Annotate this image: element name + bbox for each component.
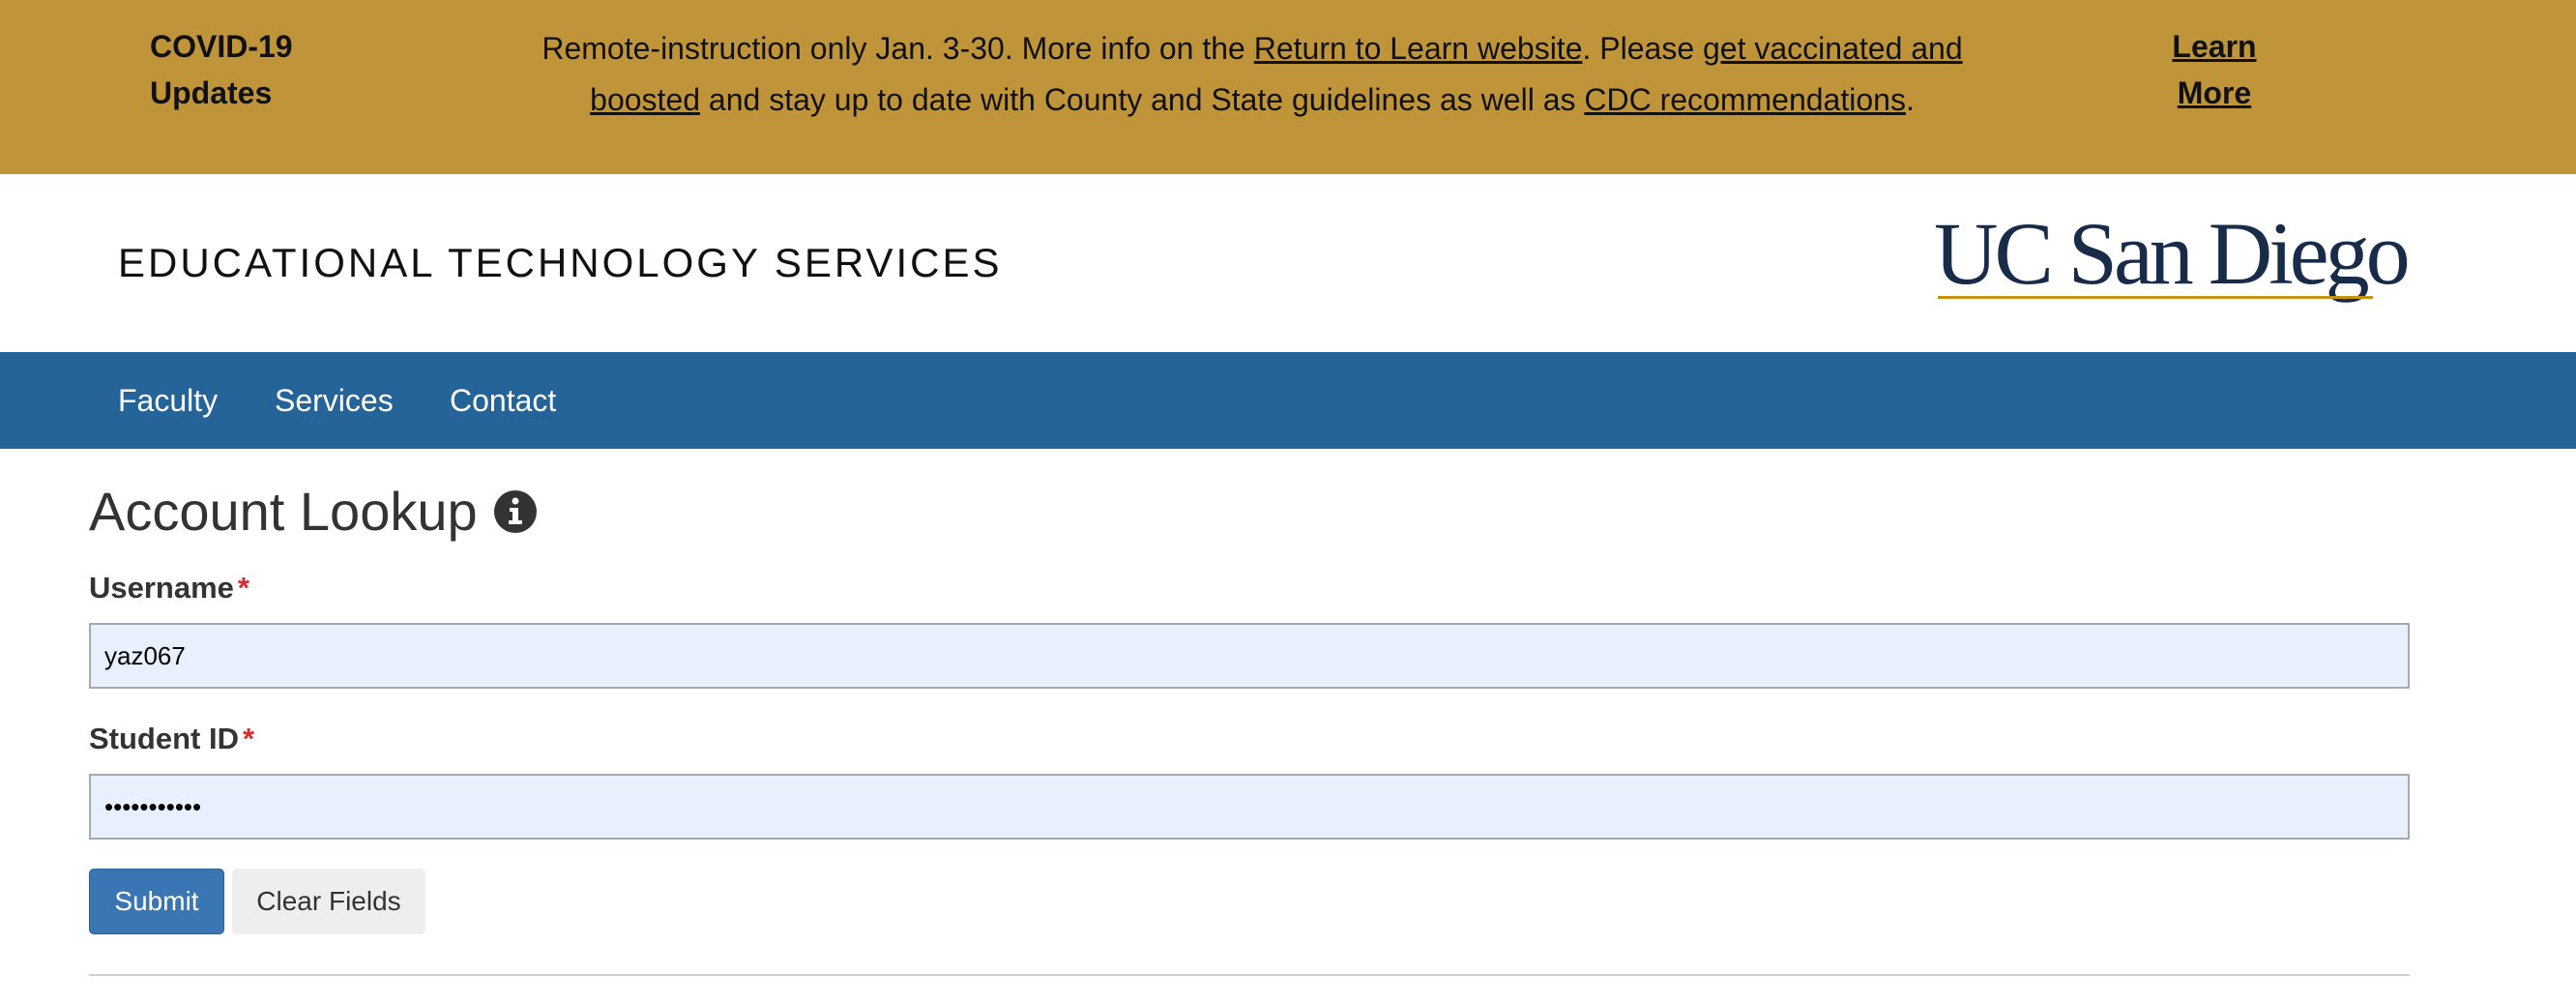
page-title: Account Lookup <box>89 481 478 542</box>
banner-message-text-2: . Please <box>1582 31 1703 66</box>
logo-underline <box>1938 296 2373 299</box>
uc-san-diego-logo[interactable]: UC San Diego <box>1934 204 2411 313</box>
logo-wordmark: UC San Diego <box>1934 204 2411 303</box>
banner-message-text-4: . <box>1905 82 1915 117</box>
cdc-recommendations-link[interactable]: CDC recommendations <box>1584 82 1906 117</box>
site-header: EDUCATIONAL TECHNOLOGY SERVICES UC San D… <box>0 174 2576 352</box>
submit-button[interactable]: Submit <box>89 869 224 934</box>
site-title[interactable]: EDUCATIONAL TECHNOLOGY SERVICES <box>118 238 1003 288</box>
student-id-input[interactable] <box>89 774 2410 840</box>
nav-item-services[interactable]: Services <box>275 352 394 449</box>
student-id-label-text: Student ID <box>89 722 239 755</box>
student-id-label: Student ID * <box>89 720 254 758</box>
banner-title: COVID-19 Updates <box>150 29 293 110</box>
username-input[interactable] <box>89 623 2410 689</box>
main-nav: Faculty Services Contact <box>0 352 2576 449</box>
account-lookup-form: Account Lookup Username* Student ID* Sub… <box>89 449 2410 1004</box>
return-to-learn-link[interactable]: Return to Learn website <box>1254 31 1583 66</box>
required-marker: * <box>243 722 255 755</box>
username-label: Username * <box>89 569 249 607</box>
learn-more-link[interactable]: Learn More <box>2132 23 2297 116</box>
info-circle-icon[interactable] <box>493 489 538 534</box>
required-marker: * <box>237 571 249 605</box>
form-divider <box>89 974 2410 976</box>
banner-message-text-3: and stay up to date with County and Stat… <box>700 82 1585 117</box>
nav-item-faculty[interactable]: Faculty <box>118 352 218 449</box>
banner-message-text-1: Remote-instruction only Jan. 3-30. More … <box>542 31 1254 66</box>
nav-item-contact[interactable]: Contact <box>450 352 556 449</box>
username-label-text: Username <box>89 571 234 605</box>
covid-banner: COVID-19 Updates Remote-instruction only… <box>0 0 2576 174</box>
clear-fields-button[interactable]: Clear Fields <box>232 869 425 934</box>
banner-message: Remote-instruction only Jan. 3-30. More … <box>527 23 1977 126</box>
